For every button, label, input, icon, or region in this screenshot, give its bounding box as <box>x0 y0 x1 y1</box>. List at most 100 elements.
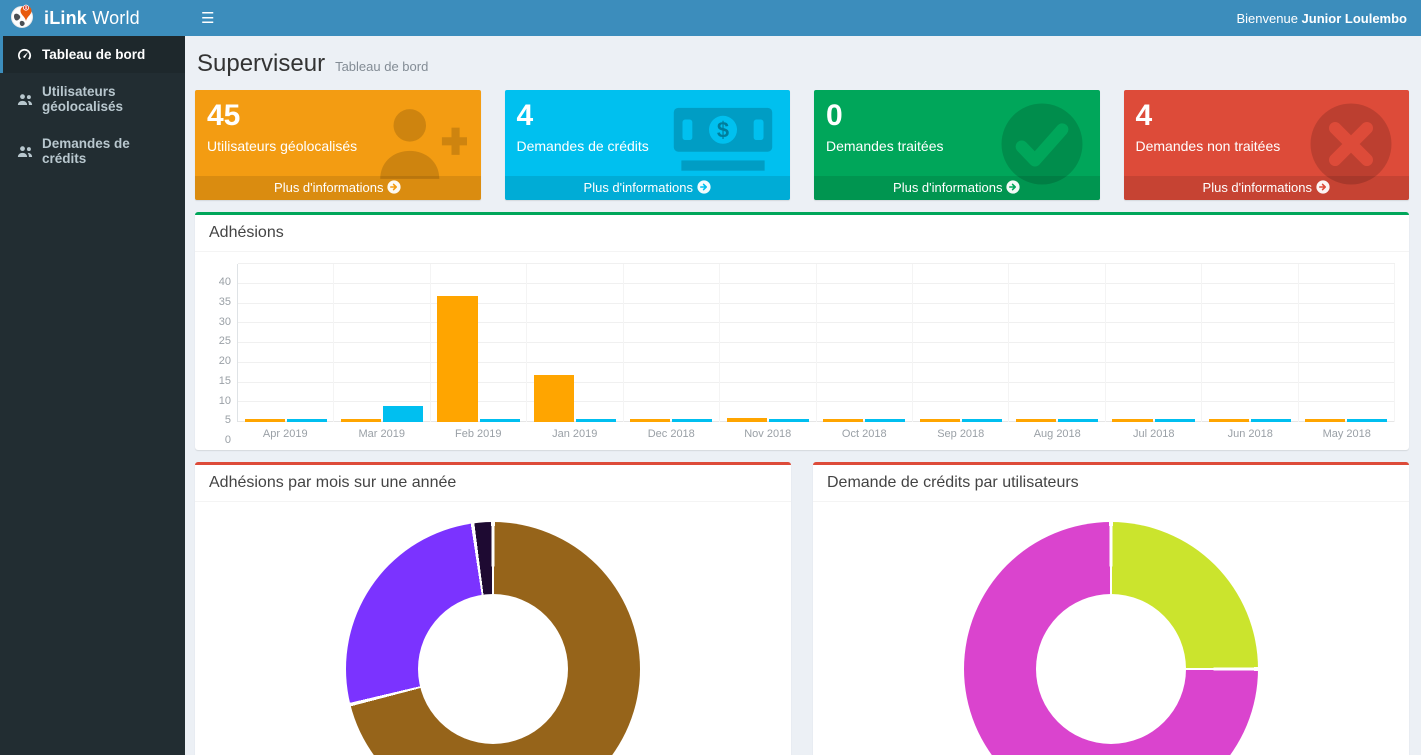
more-info-label: Plus d'informations <box>893 180 1002 195</box>
adhesions-donut-title: Adhésions par mois sur une année <box>195 465 791 502</box>
welcome-text: Bienvenue Junior Loulembo <box>1236 11 1421 26</box>
x-tick-label: Jul 2018 <box>1106 428 1203 440</box>
adhesions-donut-box: Adhésions par mois sur une année <box>195 462 791 755</box>
users-icon <box>16 145 33 158</box>
bar-adhesions-orange <box>534 375 574 422</box>
bar-adhesions-orange <box>727 418 767 422</box>
bar-adhesions-cyan <box>576 419 616 422</box>
y-tick-label: 20 <box>219 355 231 367</box>
adhesions-chart-body: 0 5 10 15 20 25 30 35 40 Apr 2019Mar 2019Feb 201… <box>195 252 1409 450</box>
stat-box: 4Demandes de crédits$Plus d'informations <box>505 90 791 200</box>
sidebar-item-label: Utilisateurs géolocalisés <box>42 84 173 114</box>
y-tick-label: 35 <box>219 296 231 308</box>
bar-chart-x-labels: Apr 2019Mar 2019Feb 2019Jan 2019Dec 2018… <box>237 422 1395 440</box>
bar-adhesions-orange <box>341 419 381 422</box>
adhesions-chart-title: Adhésions <box>195 215 1409 252</box>
stat-box: 0Demandes traitéesPlus d'informations <box>814 90 1100 200</box>
donut-chart-credits <box>964 522 1258 755</box>
y-tick-label: 5 <box>225 414 231 426</box>
x-tick-label: Dec 2018 <box>623 428 720 440</box>
donut-hole <box>418 594 568 744</box>
bar-adhesions-orange <box>1305 419 1345 422</box>
users-icon <box>16 93 33 106</box>
bar-adhesions-cyan <box>769 419 809 422</box>
sidebar-item-demandes-de-credits[interactable]: Demandes de crédits <box>0 125 185 177</box>
bar-adhesions-orange <box>1112 419 1152 422</box>
sidebar-menu: Tableau de bord Utilisateurs géolocalisés… <box>0 36 185 177</box>
bar-group-jan-2019 <box>527 264 623 422</box>
bar-group-sep-2018 <box>913 264 1009 422</box>
bar-adhesions-cyan <box>962 419 1002 422</box>
y-tick-label: 0 <box>225 434 231 446</box>
bar-adhesions-cyan <box>1347 419 1387 422</box>
globe-pin-icon: $ <box>10 3 36 34</box>
sidebar-item-utilisateurs-geolocalises[interactable]: Utilisateurs géolocalisés <box>0 73 185 125</box>
y-tick-label: 15 <box>219 375 231 387</box>
bar-group-jun-2018 <box>1202 264 1298 422</box>
bar-adhesions-orange <box>1016 419 1056 422</box>
bar-chart-plot-area <box>237 264 1395 422</box>
more-info-link[interactable]: Plus d'informations <box>195 176 481 200</box>
adhesions-bar-chart: 0510152025303540 Apr 2019Mar 2019Feb 201… <box>209 264 1395 440</box>
money-icon: $ <box>670 100 776 185</box>
y-tick-label: 10 <box>219 395 231 407</box>
bar-adhesions-cyan <box>287 419 327 422</box>
x-tick-label: Feb 2019 <box>430 428 527 440</box>
x-tick-label: Sep 2018 <box>913 428 1010 440</box>
x-tick-label: Jun 2018 <box>1202 428 1299 440</box>
brand-logo[interactable]: $ iLink World <box>0 0 185 36</box>
bar-adhesions-orange <box>1209 419 1249 422</box>
x-tick-label: Aug 2018 <box>1009 428 1106 440</box>
page-header: Superviseur Tableau de bord <box>195 46 1409 90</box>
bar-adhesions-orange <box>823 419 863 422</box>
bar-group-mar-2019 <box>334 264 430 422</box>
sidebar-item-tableau-de-bord[interactable]: Tableau de bord <box>0 36 185 73</box>
y-tick-label: 25 <box>219 335 231 347</box>
bar-adhesions-cyan <box>1155 419 1195 422</box>
more-info-label: Plus d'informations <box>1203 180 1312 195</box>
more-info-link[interactable]: Plus d'informations <box>1124 176 1410 200</box>
donut-hole <box>1036 594 1186 744</box>
bar-group-nov-2018 <box>720 264 816 422</box>
bar-group-feb-2019 <box>431 264 527 422</box>
arrow-circle-right-icon <box>697 180 711 195</box>
top-navbar: $ iLink World ☰ Bienvenue Junior Loulemb… <box>0 0 1421 36</box>
more-info-label: Plus d'informations <box>274 180 383 195</box>
bar-chart-y-axis: 0510152025303540 <box>209 264 237 440</box>
bar-adhesions-orange <box>245 419 285 422</box>
bar-group-may-2018 <box>1299 264 1395 422</box>
sidebar-item-label: Demandes de crédits <box>42 136 173 166</box>
bar-adhesions-cyan <box>865 419 905 422</box>
x-tick-label: May 2018 <box>1299 428 1396 440</box>
donut-charts-row: Adhésions par mois sur une année Demande… <box>195 450 1409 755</box>
bar-group-apr-2019 <box>238 264 334 422</box>
hamburger-icon[interactable]: ☰ <box>185 0 230 36</box>
brand-title: iLink World <box>44 8 140 29</box>
x-tick-label: Mar 2019 <box>334 428 431 440</box>
y-tick-label: 30 <box>219 316 231 328</box>
breadcrumb: Tableau de bord <box>335 59 428 74</box>
bar-group-jul-2018 <box>1106 264 1202 422</box>
arrow-circle-right-icon <box>1316 180 1330 195</box>
bar-adhesions-orange <box>630 419 670 422</box>
stat-box: 45Utilisateurs géolocalisésPlus d'inform… <box>195 90 481 200</box>
bar-group-aug-2018 <box>1009 264 1105 422</box>
bar-adhesions-orange <box>920 419 960 422</box>
x-tick-label: Apr 2019 <box>237 428 334 440</box>
more-info-link[interactable]: Plus d'informations <box>505 176 791 200</box>
bar-adhesions-orange <box>437 296 477 422</box>
stat-boxes-row: 45Utilisateurs géolocalisésPlus d'inform… <box>195 90 1409 200</box>
bar-adhesions-cyan <box>383 406 423 422</box>
x-tick-label: Oct 2018 <box>816 428 913 440</box>
more-info-link[interactable]: Plus d'informations <box>814 176 1100 200</box>
sidebar: Tableau de bord Utilisateurs géolocalisés… <box>0 36 185 755</box>
bar-group-oct-2018 <box>817 264 913 422</box>
credits-donut-title: Demande de crédits par utilisateurs <box>813 465 1409 502</box>
y-tick-label: 40 <box>219 276 231 288</box>
main-content: Superviseur Tableau de bord 45Utilisateu… <box>185 36 1421 755</box>
stat-box: 4Demandes non traitéesPlus d'information… <box>1124 90 1410 200</box>
sidebar-item-label: Tableau de bord <box>42 47 145 62</box>
bar-adhesions-cyan <box>1251 419 1291 422</box>
svg-text:$: $ <box>717 117 729 142</box>
dashboard-icon <box>16 48 33 61</box>
